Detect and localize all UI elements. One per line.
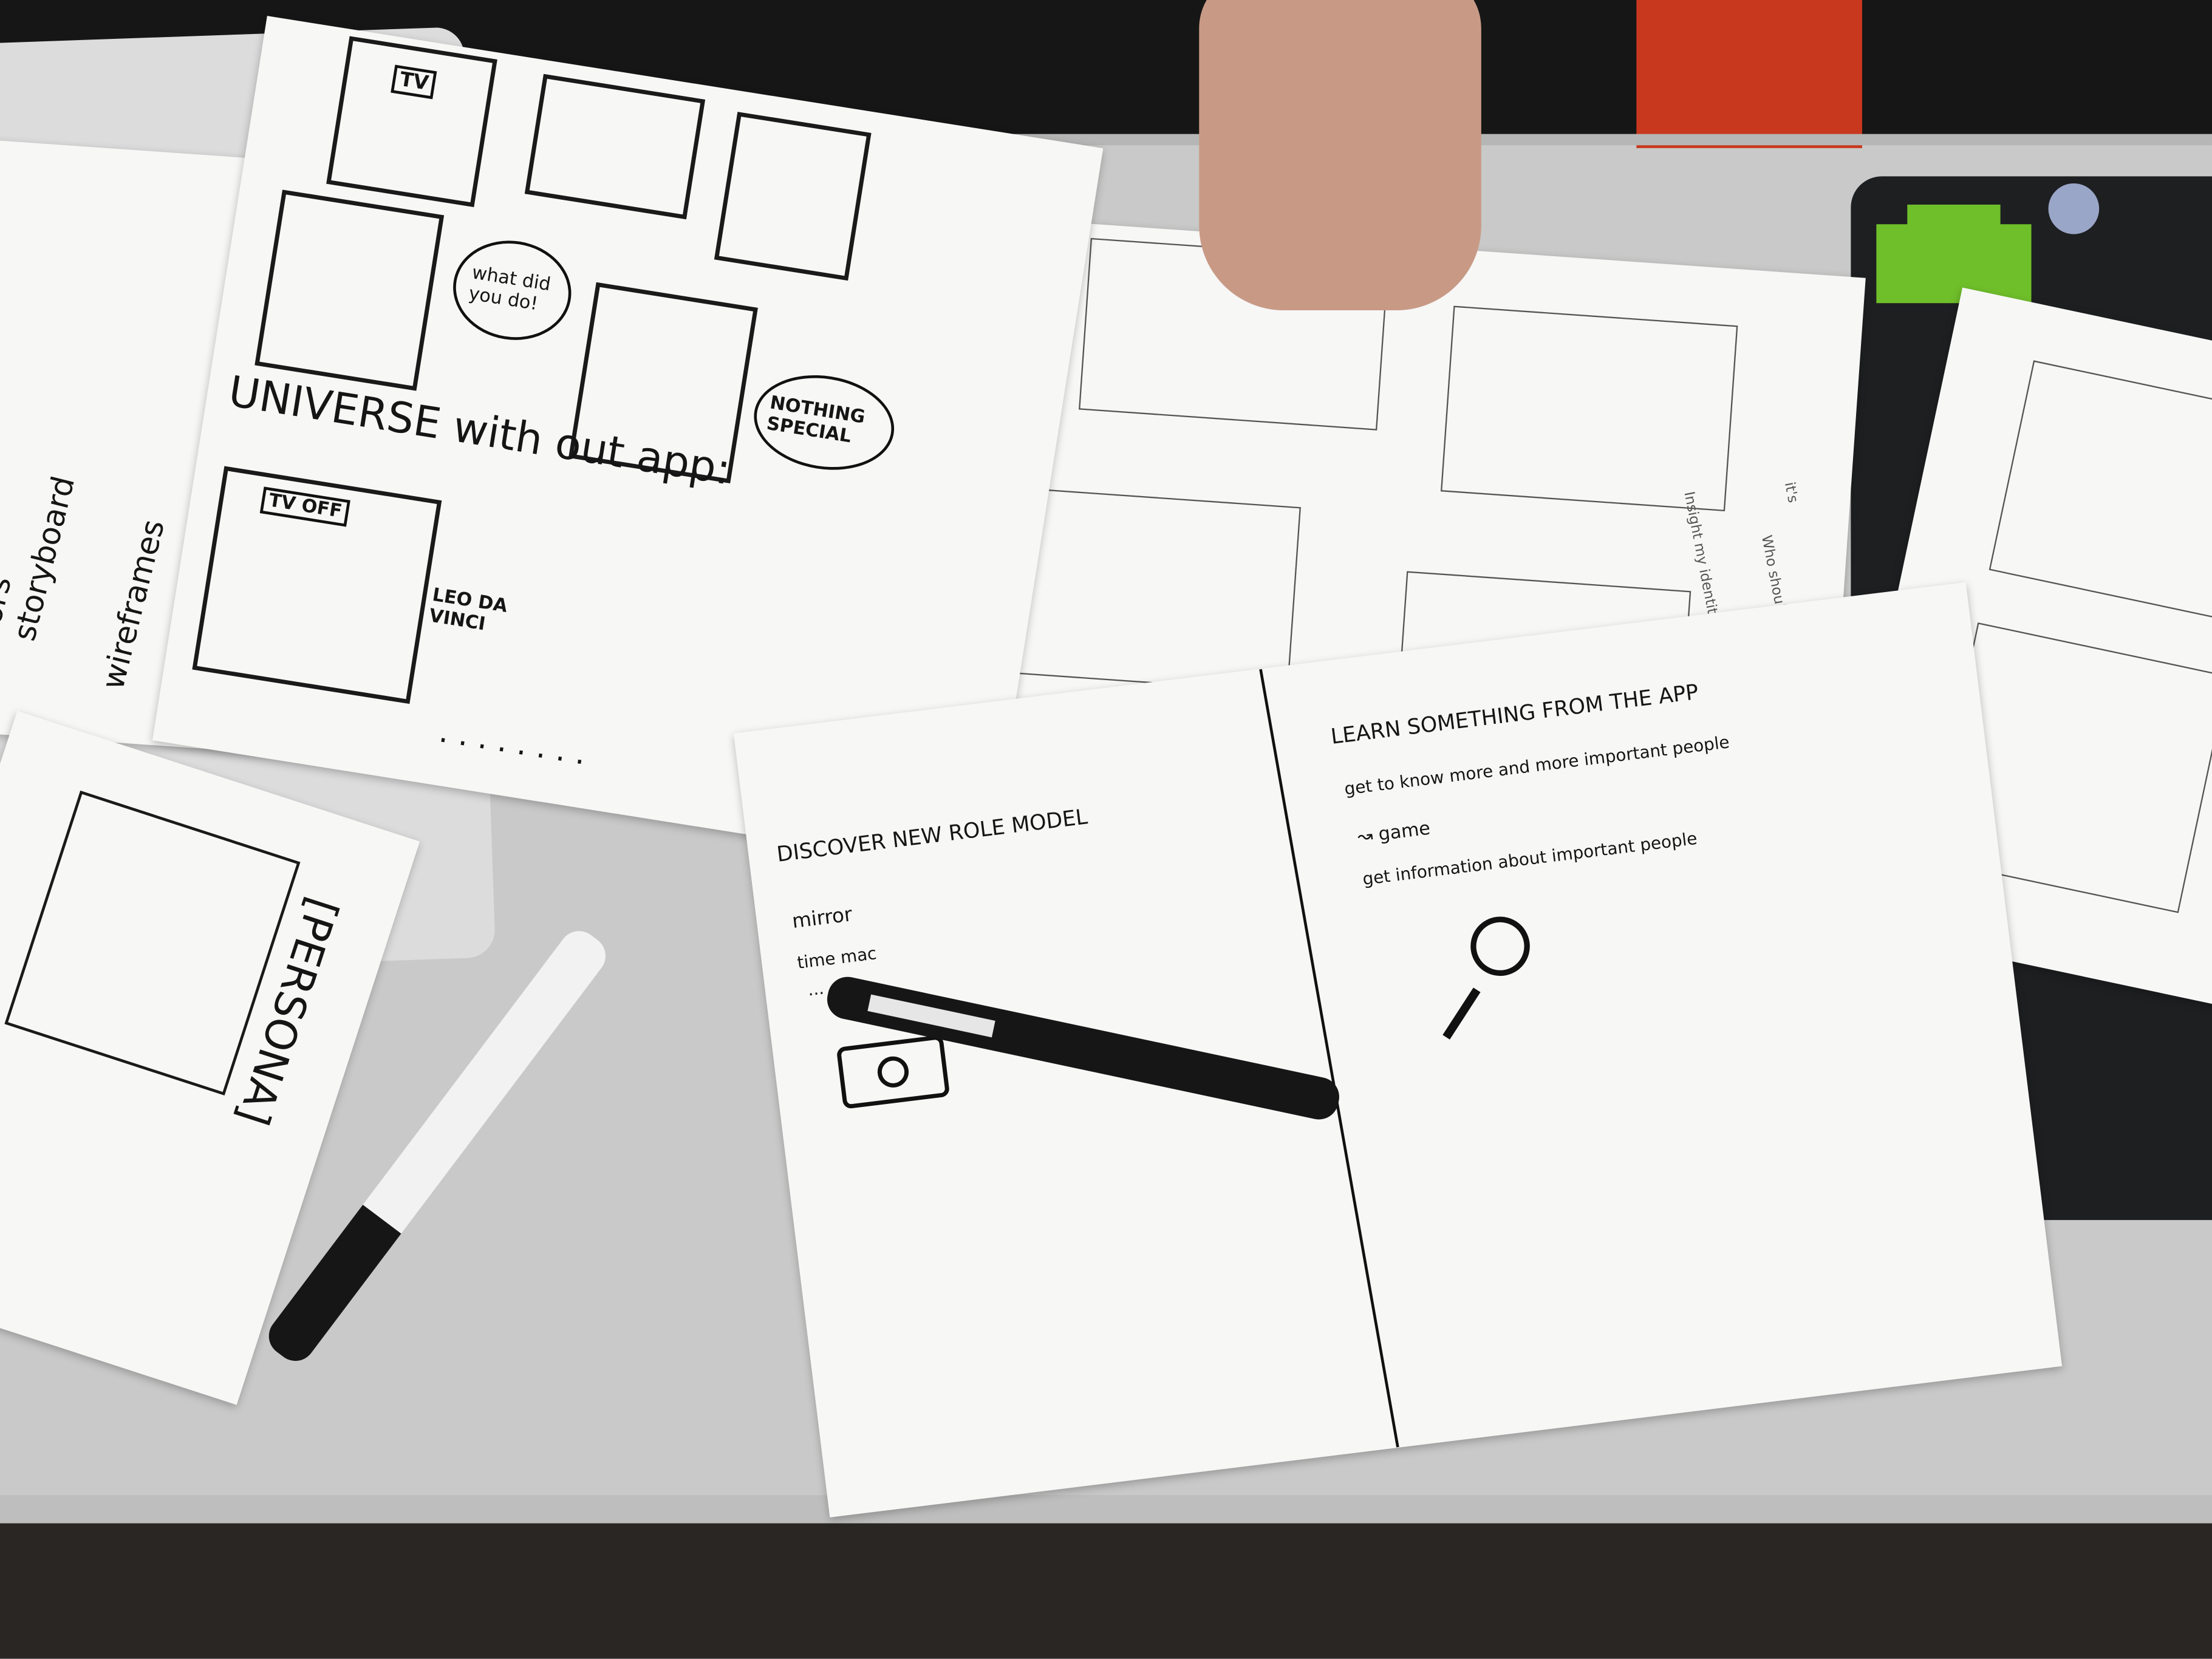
table-bottom	[0, 1495, 2212, 1524]
right-item: ↝ game	[1356, 819, 1432, 849]
character-label: LEO DA VINCI	[427, 585, 509, 636]
left-item: mirror	[791, 904, 854, 934]
speech-bubble: what did you do!	[446, 232, 579, 349]
floor-dark	[0, 1523, 2212, 1659]
camera-icon	[836, 1034, 951, 1109]
red-chair	[1636, 0, 1862, 148]
sticker-character	[2048, 183, 2100, 234]
ellipsis: . . . . . . . .	[436, 715, 589, 773]
desk-scene: ors storyboard wireframes [PERSONA] Who …	[0, 0, 2212, 1659]
method-item: storyboard	[7, 472, 83, 645]
speech-bubble: NOTHING SPECIAL	[747, 365, 901, 480]
method-item: wireframes	[96, 516, 173, 693]
right-item: get to know more and more important peop…	[1343, 732, 1731, 799]
magnifier-icon	[1467, 913, 1534, 979]
hand	[1199, 0, 1481, 310]
left-heading: DISCOVER NEW ROLE MODEL	[775, 803, 1089, 868]
left-item: ...	[806, 978, 825, 1000]
main-sheet: DISCOVER NEW ROLE MODEL mirror time mac …	[733, 582, 2063, 1518]
left-item: time mac	[796, 943, 878, 973]
magnifier-handle	[1442, 987, 1481, 1040]
pencil-note: it's	[1780, 480, 1800, 505]
right-heading: LEARN SOMETHING FROM THE APP	[1329, 679, 1700, 750]
